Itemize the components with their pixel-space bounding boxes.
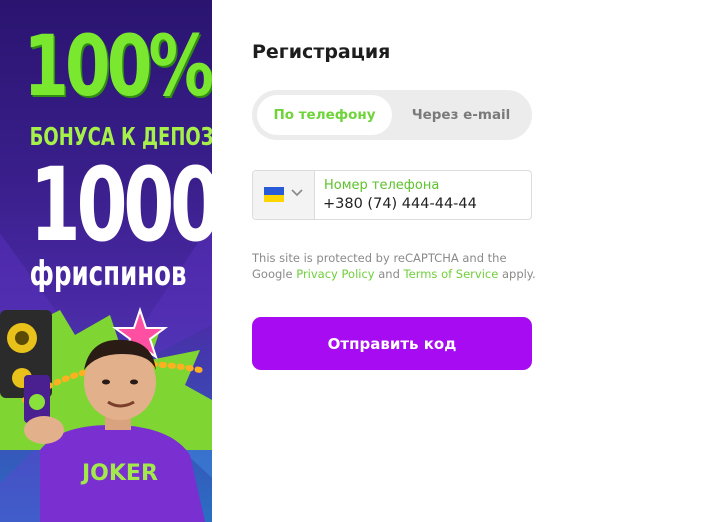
phone-input[interactable] bbox=[323, 194, 523, 214]
promo-illustration: JOKER bbox=[0, 306, 212, 522]
recaptcha-and-text: and bbox=[374, 267, 404, 281]
promo-banner[interactable]: 100% БОНУСА К ДЕПОЗИТУ 1000 фриспинов JO… bbox=[0, 0, 212, 522]
registration-method-tabs: По телефону Через e-mail bbox=[252, 90, 532, 140]
recaptcha-apply-text: apply. bbox=[498, 267, 536, 281]
promo-freespins-text: фриспинов bbox=[29, 254, 187, 294]
country-select[interactable] bbox=[253, 171, 315, 219]
phone-field-label: Номер телефона bbox=[324, 178, 440, 193]
chevron-down-icon bbox=[291, 189, 303, 197]
page-title: Регистрация bbox=[252, 41, 391, 63]
ukraine-flag-icon bbox=[264, 187, 284, 202]
privacy-policy-link[interactable]: Privacy Policy bbox=[296, 267, 374, 281]
shirt-logo-text: JOKER bbox=[80, 461, 158, 486]
tab-email[interactable]: Через e-mail bbox=[394, 95, 528, 135]
recaptcha-notice: This site is protected by reCAPTCHA and … bbox=[252, 250, 542, 282]
promo-percent: 100% bbox=[23, 17, 212, 115]
promo-count: 1000 bbox=[29, 146, 212, 265]
person-hand bbox=[24, 416, 64, 444]
terms-of-service-link[interactable]: Terms of Service bbox=[404, 267, 499, 281]
phone-field: Номер телефона bbox=[252, 170, 532, 220]
send-code-button[interactable]: Отправить код bbox=[252, 317, 532, 370]
tab-phone[interactable]: По телефону bbox=[257, 95, 392, 135]
